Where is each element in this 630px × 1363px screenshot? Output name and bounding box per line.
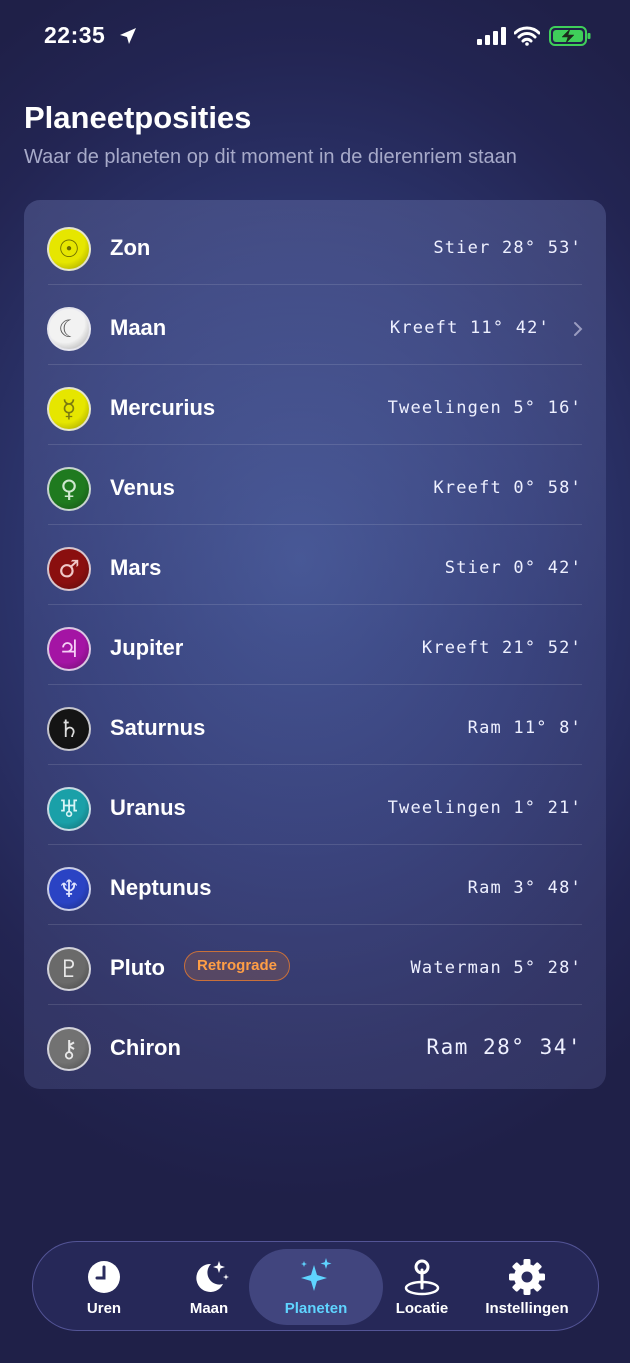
tab-label: Uren [86,1300,122,1317]
planet-name: Venus [110,475,175,500]
planet-row-neptunus[interactable]: ♆ Neptunus Ram 3° 48' [24,845,606,925]
planet-mars-icon: ♂ [47,547,91,591]
planet-row-maan[interactable]: ☾ Maan Kreeft 11° 42' [24,285,606,365]
planet-venus-icon: ♀ [47,467,91,511]
planet-row-jupiter[interactable]: ♃ Jupiter Kreeft 21° 52' [24,605,606,685]
page-title: Planeetposities [24,100,252,135]
sparkles-icon [301,1258,332,1291]
planet-list-card: ☉ Zon Stier 28° 53' ☾ Maan Kreeft 11° 42' ☿ Mer… [24,200,606,1089]
planet-maan-icon: ☾ [47,307,91,351]
tab-bar: Uren Maan Planeten Locatie Instellingen [32,1241,599,1331]
tab-maan[interactable]: Maan [154,1242,264,1332]
battery-charging-icon [549,26,591,46]
tab-label: Maan [189,1300,229,1317]
planet-name: Saturnus [110,715,206,740]
planet-zon-icon: ☉ [47,227,91,271]
planet-name: Mars [110,555,162,580]
planet-position: Tweelingen 1° 21' [387,798,582,818]
chevron-right-icon[interactable] [572,321,584,337]
planet-name: Pluto [110,955,165,980]
planet-row-uranus[interactable]: ♅ Uranus Tweelingen 1° 21' [24,765,606,845]
status-time: 22:35 [44,22,106,48]
planet-row-pluto[interactable]: ♇ Pluto Retrograde Waterman 5° 28' [24,925,606,1005]
clock-icon [88,1261,120,1293]
planet-row-zon[interactable]: ☉ Zon Stier 28° 53' [24,205,606,285]
tab-label: Instellingen [485,1300,569,1317]
planet-row-saturnus[interactable]: ♄ Saturnus Ram 11° 8' [24,685,606,765]
moon-stars-icon [196,1261,229,1292]
planet-jupiter-icon: ♃ [47,627,91,671]
planet-position: Ram 11° 8' [467,718,582,738]
planet-pluto-icon: ♇ [47,947,91,991]
planet-name: Jupiter [110,635,184,660]
planet-position: Ram 28° 34' [426,1035,582,1059]
planet-position: Stier 28° 53' [433,238,582,258]
planet-name: Uranus [110,795,186,820]
planet-name: Mercurius [110,395,216,420]
location-arrow-icon [120,28,136,44]
cellular-signal-icon [477,27,506,45]
planet-position: Tweelingen 5° 16' [387,398,582,418]
planet-position: Stier 0° 42' [444,558,582,578]
planet-uranus-icon: ♅ [47,787,91,831]
page-subtitle: Waar de planeten op dit moment in de die… [24,146,517,168]
tab-label: Locatie [395,1300,449,1317]
planet-neptunus-icon: ♆ [47,867,91,911]
retrograde-badge: Retrograde [184,951,291,981]
tab-instellingen[interactable]: Instellingen [472,1242,582,1332]
planet-row-chiron[interactable]: ⚷ Chiron Ram 28° 34' [24,1005,606,1085]
wifi-icon [514,26,540,46]
planet-position: Kreeft 0° 58' [433,478,582,498]
status-bar: 22:35 [0,18,630,58]
planet-name: Chiron [110,1035,181,1060]
planet-position: Kreeft 21° 52' [421,638,582,658]
location-pin-icon [404,1259,440,1296]
tab-planeten[interactable]: Planeten [249,1249,383,1325]
planet-saturnus-icon: ♄ [47,707,91,751]
planet-position: Kreeft 11° 42' [389,318,550,338]
planet-mercurius-icon: ☿ [47,387,91,431]
tab-label: Planeten [284,1300,348,1317]
planet-name: Neptunus [110,875,212,900]
gear-icon [509,1259,545,1295]
planet-chiron-icon: ⚷ [47,1027,91,1071]
tab-locatie[interactable]: Locatie [367,1242,477,1332]
planet-position: Waterman 5° 28' [410,958,582,978]
tab-uren[interactable]: Uren [49,1242,159,1332]
planet-row-mars[interactable]: ♂ Mars Stier 0° 42' [24,525,606,605]
planet-name: Maan [110,315,167,340]
planet-row-venus[interactable]: ♀ Venus Kreeft 0° 58' [24,445,606,525]
planet-row-mercurius[interactable]: ☿ Mercurius Tweelingen 5° 16' [24,365,606,445]
planet-position: Ram 3° 48' [467,878,582,898]
planet-name: Zon [110,235,151,260]
